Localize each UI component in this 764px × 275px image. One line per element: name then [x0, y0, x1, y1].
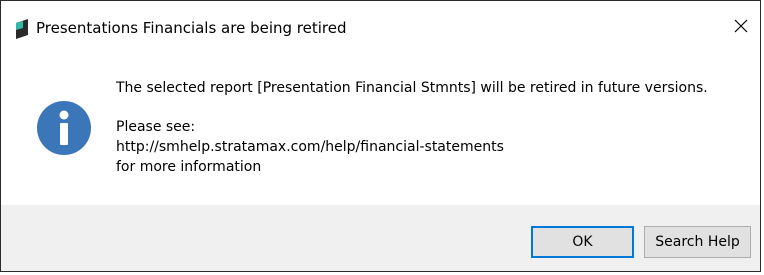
dialog-footer: OK Search Help — [1, 205, 760, 271]
message-line-2: Please see: — [116, 119, 196, 135]
message-line-4: for more information — [116, 159, 262, 175]
close-button[interactable] — [722, 9, 760, 47]
help-url: http://smhelp.stratamax.com/help/financi… — [116, 139, 504, 155]
close-icon — [733, 18, 749, 38]
message-dialog: Presentations Financials are being retir… — [0, 0, 761, 272]
search-help-button[interactable]: Search Help — [644, 226, 751, 258]
dialog-content: The selected report [Presentation Financ… — [1, 53, 760, 205]
title-bar: Presentations Financials are being retir… — [1, 1, 760, 53]
message-line-1: The selected report [Presentation Financ… — [116, 80, 708, 96]
dialog-title: Presentations Financials are being retir… — [36, 19, 347, 37]
ok-button[interactable]: OK — [531, 226, 634, 258]
info-icon — [36, 100, 92, 156]
app-logo-icon — [12, 18, 32, 40]
